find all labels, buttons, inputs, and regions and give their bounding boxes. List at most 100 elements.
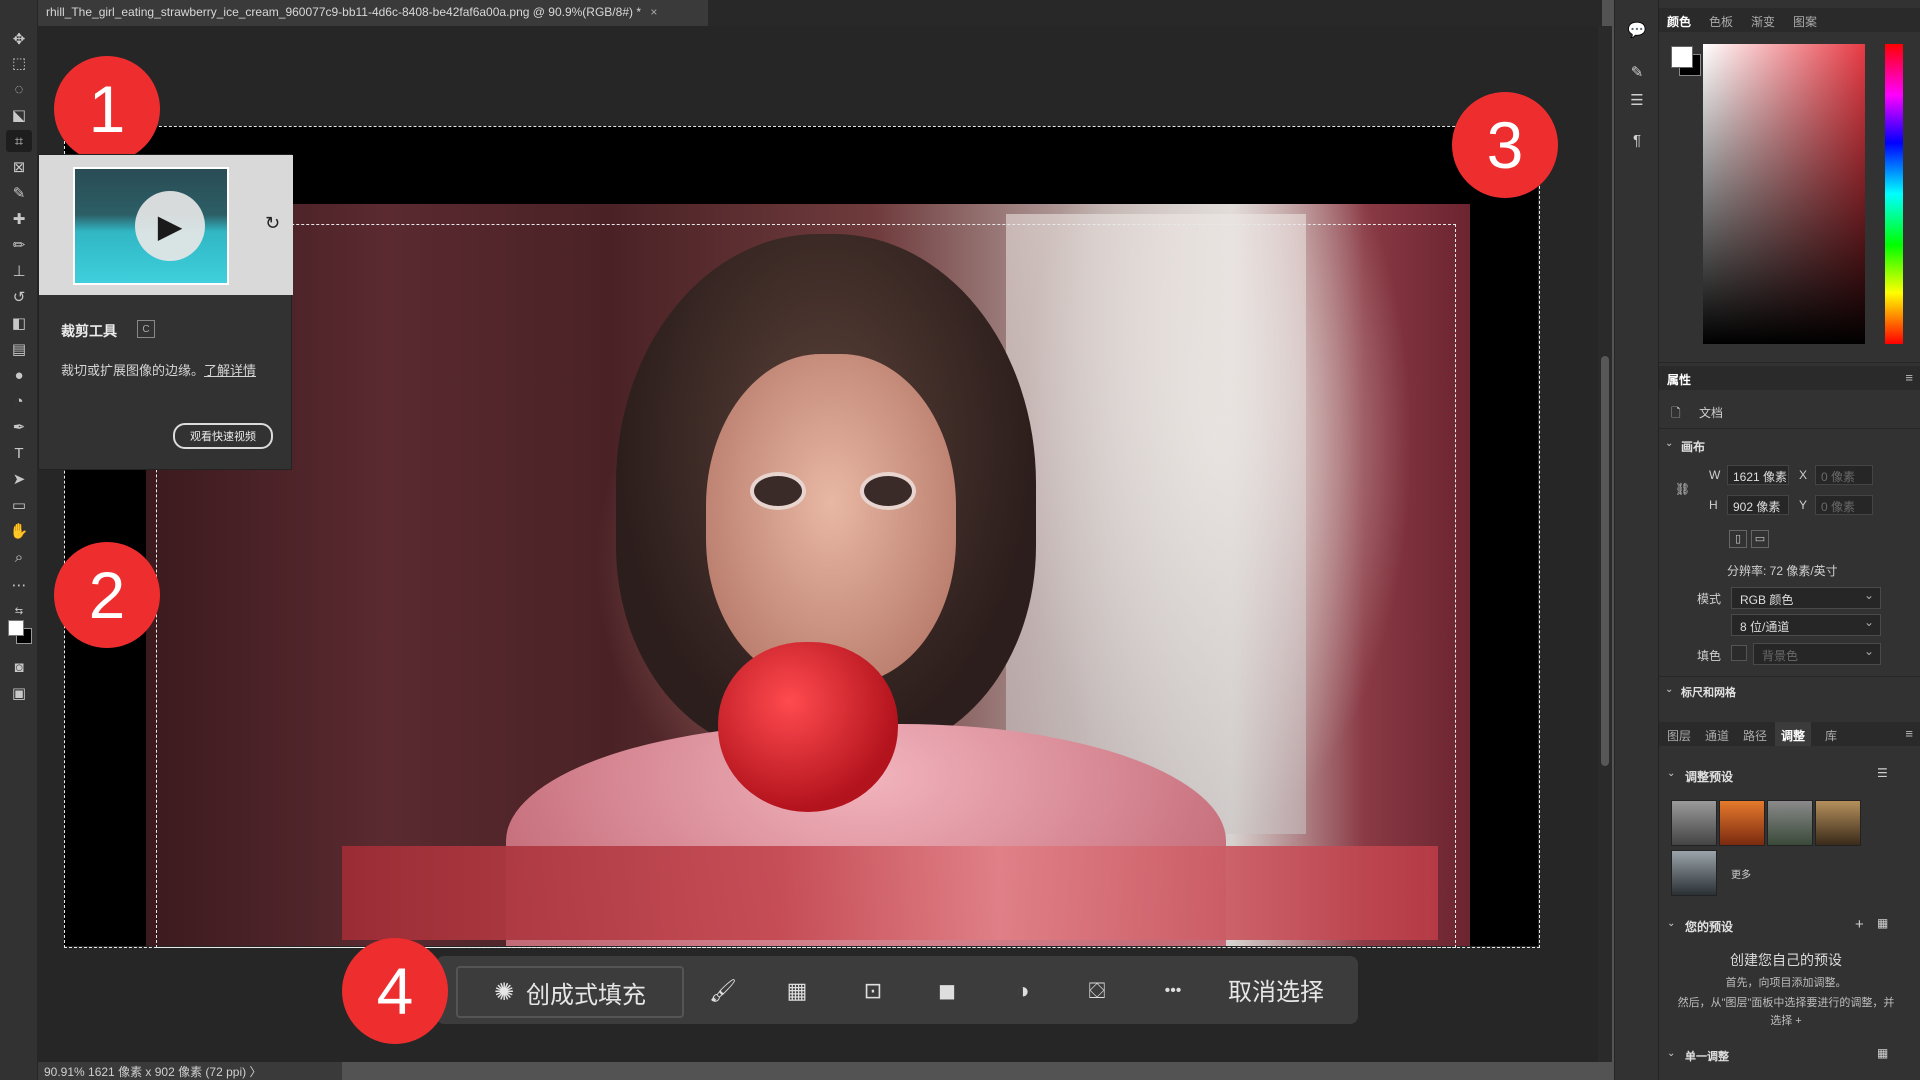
more-presets-link[interactable]: 更多 <box>1731 866 1751 881</box>
chevron-down-icon[interactable]: ⌄ <box>1667 768 1675 779</box>
comments-icon[interactable]: 💬 <box>1625 18 1649 42</box>
hand-tool-icon[interactable]: ✋ <box>6 520 32 542</box>
brush-tool-icon[interactable]: ✏ <box>6 234 32 256</box>
type-tool-icon[interactable]: T <box>6 442 32 464</box>
create-mask-icon[interactable]: ◼ <box>930 974 964 1008</box>
chevron-down-icon[interactable]: ⌄ <box>1665 684 1673 695</box>
generative-fill-button[interactable]: ✺ 创成式填充 <box>456 966 684 1018</box>
chevron-down-icon[interactable]: ⌄ <box>1665 438 1673 449</box>
panel-divider <box>1659 362 1920 363</box>
tab-properties[interactable]: 属性 <box>1667 371 1691 388</box>
tab-paths[interactable]: 路径 <box>1743 727 1767 744</box>
gradient-tool-icon[interactable]: ▤ <box>6 338 32 360</box>
scrollbar-thumb[interactable] <box>1601 356 1609 766</box>
width-field[interactable]: 1621 像素 <box>1727 465 1789 485</box>
tab-color[interactable]: 颜色 <box>1667 13 1691 30</box>
tab-swatches[interactable]: 色板 <box>1709 13 1733 30</box>
object-selection-tool-icon[interactable]: ⬕ <box>6 104 32 126</box>
fill-select[interactable]: 背景色 <box>1753 643 1881 665</box>
modify-selection-brush-icon[interactable]: 🖌 <box>706 974 740 1008</box>
more-options-icon[interactable]: ••• <box>1156 974 1190 1008</box>
brush-settings-icon[interactable]: ✎ <box>1625 60 1649 84</box>
canvas-section-header[interactable]: 画布 <box>1681 438 1705 455</box>
mode-select[interactable]: RGB 颜色 <box>1731 587 1881 609</box>
preset-thumbnail-bw[interactable] <box>1671 800 1717 846</box>
deselect-button[interactable]: 取消选择 <box>1228 972 1324 1007</box>
adjustments-sliders-icon[interactable]: ☰ <box>1625 88 1649 112</box>
adjustment-layer-icon[interactable]: ◑ <box>1006 974 1040 1008</box>
rectangle-tool-icon[interactable]: ▭ <box>6 494 32 516</box>
screen-mode-icon[interactable]: ▣ <box>6 682 32 704</box>
chevron-down-icon[interactable]: ⌄ <box>1667 1048 1675 1059</box>
close-tab-icon[interactable]: × <box>650 5 657 19</box>
add-preset-icon[interactable]: + <box>1855 916 1864 933</box>
eraser-tool-icon[interactable]: ◧ <box>6 312 32 334</box>
tooltip-video-preview[interactable]: ▶ ↻ <box>39 155 293 295</box>
fill-selection-icon[interactable]: ⛋ <box>1080 974 1114 1008</box>
single-adjustment-header[interactable]: 单一调整 <box>1685 1048 1729 1064</box>
vertical-scrollbar[interactable] <box>1598 26 1612 1062</box>
lasso-tool-icon[interactable]: ◌ <box>6 78 32 100</box>
bit-depth-select[interactable]: 8 位/通道 <box>1731 614 1881 636</box>
preset-thumbnail-cool[interactable] <box>1671 850 1717 896</box>
rulers-grids-header[interactable]: 标尺和网格 <box>1681 684 1736 700</box>
preset-thumbnail-vintage[interactable] <box>1815 800 1861 846</box>
tab-adjustments[interactable]: 调整 <box>1775 722 1812 746</box>
play-icon[interactable]: ▶ <box>135 191 205 261</box>
document-tab[interactable]: rhill_The_girl_eating_strawberry_ice_cre… <box>38 0 708 26</box>
tab-channels[interactable]: 通道 <box>1705 727 1729 744</box>
path-selection-tool-icon[interactable]: ➤ <box>6 468 32 490</box>
x-field[interactable]: 0 像素 <box>1815 465 1873 485</box>
tab-libraries[interactable]: 库 <box>1825 727 1837 744</box>
crop-tool-icon[interactable]: ⌗ <box>6 130 32 152</box>
clone-stamp-tool-icon[interactable]: ⊥ <box>6 260 32 282</box>
blur-tool-icon[interactable]: ● <box>6 364 32 386</box>
height-field[interactable]: 902 像素 <box>1727 495 1789 515</box>
list-view-icon[interactable]: ☰ <box>1877 766 1888 780</box>
document-tab-title: rhill_The_girl_eating_strawberry_ice_cre… <box>46 5 641 19</box>
adjust-menu-icon[interactable]: ≡ <box>1905 726 1913 741</box>
x-label: X <box>1799 468 1808 482</box>
portrait-orientation-icon[interactable]: ▯ <box>1729 530 1747 548</box>
pen-tool-icon[interactable]: ✒ <box>6 416 32 438</box>
inner-selection-marquee[interactable] <box>156 224 1456 948</box>
select-subject-icon[interactable]: ▦ <box>780 974 814 1008</box>
chevron-down-icon[interactable]: ⌄ <box>1667 918 1675 929</box>
presets-header[interactable]: 调整预设 <box>1685 768 1733 785</box>
color-picker-field[interactable] <box>1703 44 1865 344</box>
move-tool-icon[interactable]: ✥ <box>6 28 32 50</box>
watch-video-button[interactable]: 观看快速视频 <box>173 423 273 449</box>
foreground-color-swatch[interactable] <box>8 620 24 636</box>
invert-selection-icon[interactable]: ⊡ <box>856 974 890 1008</box>
link-dimensions-icon[interactable]: ⛓ <box>1675 482 1690 496</box>
dodge-tool-icon[interactable]: ◔ <box>6 390 32 412</box>
preset-thumbnail-muted[interactable] <box>1767 800 1813 846</box>
frame-tool-icon[interactable]: ⊠ <box>6 156 32 178</box>
marquee-tool-icon[interactable]: ⬚ <box>6 52 32 74</box>
more-tools-icon[interactable]: ⋯ <box>6 574 32 596</box>
tab-gradients[interactable]: 渐变 <box>1751 13 1775 30</box>
properties-menu-icon[interactable]: ≡ <box>1905 370 1913 385</box>
y-field[interactable]: 0 像素 <box>1815 495 1873 515</box>
landscape-orientation-icon[interactable]: ▭ <box>1751 530 1769 548</box>
tab-layers[interactable]: 图层 <box>1667 727 1691 744</box>
panel-divider <box>1659 428 1920 429</box>
history-brush-tool-icon[interactable]: ↺ <box>6 286 32 308</box>
tooltip-shortcut-key: C <box>137 320 155 338</box>
swap-colors-icon[interactable]: ⇆ <box>6 600 32 622</box>
fill-color-swatch[interactable] <box>1731 645 1747 661</box>
tab-patterns[interactable]: 图案 <box>1793 13 1817 30</box>
your-presets-header[interactable]: 您的预设 <box>1685 918 1733 935</box>
grid-view-icon[interactable]: ▦ <box>1877 916 1888 930</box>
panel-foreground-swatch[interactable] <box>1671 46 1693 68</box>
healing-brush-tool-icon[interactable]: ✚ <box>6 208 32 230</box>
y-label: Y <box>1799 498 1808 512</box>
grid-view-icon[interactable]: ▦ <box>1877 1046 1888 1060</box>
eyedropper-tool-icon[interactable]: ✎ <box>6 182 32 204</box>
learn-more-link[interactable]: 了解详情 <box>204 363 256 378</box>
character-panel-icon[interactable]: ¶ <box>1625 128 1649 152</box>
quick-mask-icon[interactable]: ◙ <box>6 656 32 678</box>
preset-thumbnail-warm[interactable] <box>1719 800 1765 846</box>
zoom-tool-icon[interactable]: ⌕ <box>6 546 32 568</box>
hue-slider[interactable] <box>1885 44 1903 344</box>
